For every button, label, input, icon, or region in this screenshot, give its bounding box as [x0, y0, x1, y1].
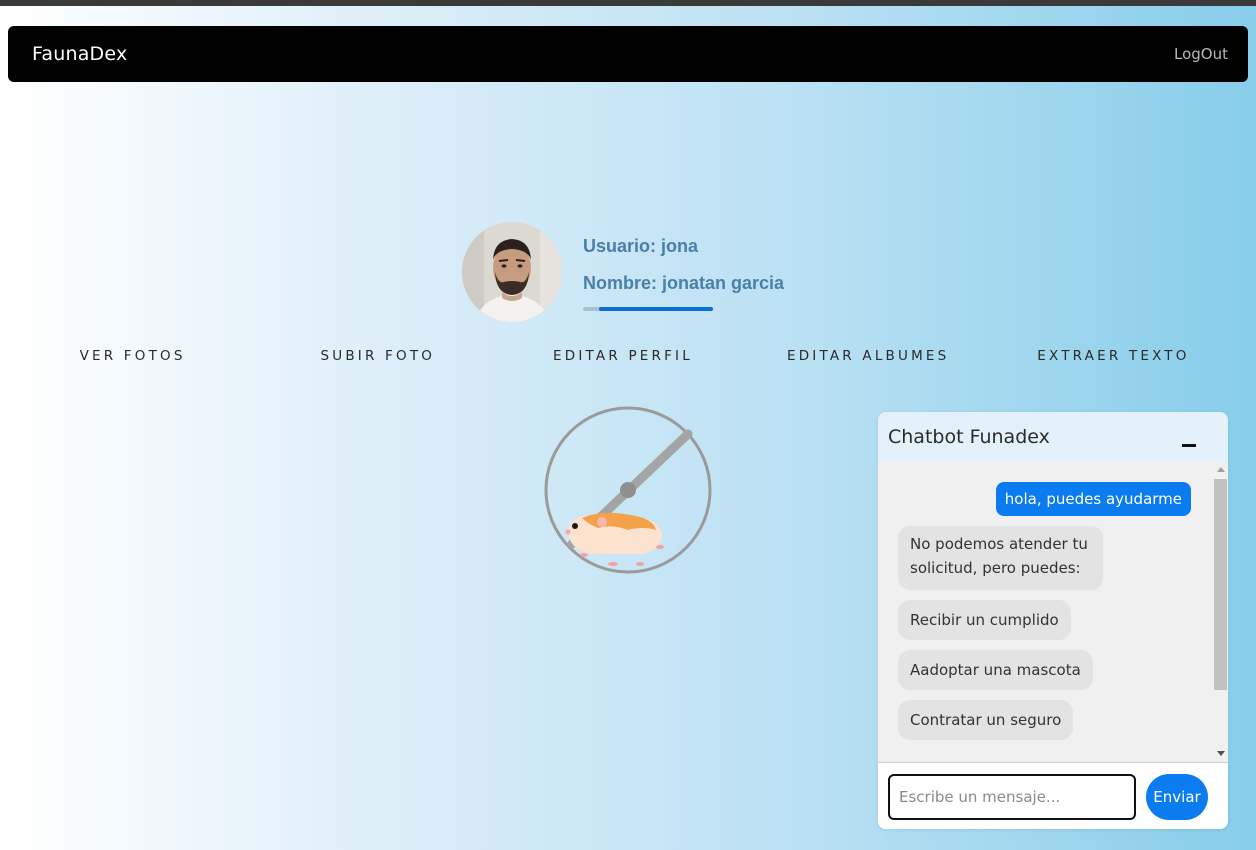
username-label: Usuario: jona	[583, 236, 699, 256]
chat-scrollbar[interactable]	[1213, 462, 1228, 762]
profile-progress-fill	[598, 307, 713, 311]
navbar: FaunaDex LogOut	[8, 26, 1248, 82]
chat-option-seguro[interactable]: Contratar un seguro	[898, 700, 1074, 740]
menu-item-subir-foto[interactable]: SUBIR FOTO	[255, 348, 500, 370]
avatar-photo	[462, 222, 562, 322]
profile-progress-bar	[583, 307, 713, 311]
send-button[interactable]: Enviar	[1146, 774, 1208, 820]
chat-option-mascota[interactable]: Aadoptar una mascota	[898, 650, 1093, 690]
scroll-down-arrow-icon[interactable]	[1217, 751, 1225, 756]
chat-message-bot-line: solicitud, pero puedes:	[910, 559, 1081, 577]
hamster-wheel-icon	[542, 404, 714, 576]
chat-message-bot-line: No podemos atender tu	[910, 535, 1088, 553]
chatbot-panel: Chatbot Funadex hola, puedes ayudarme No…	[878, 412, 1228, 829]
scroll-up-arrow-icon[interactable]	[1217, 467, 1225, 472]
brand-logo[interactable]: FaunaDex	[32, 43, 127, 65]
minimize-icon[interactable]	[1182, 433, 1196, 447]
chat-message-user: hola, puedes ayudarme	[995, 482, 1191, 516]
avatar	[462, 222, 562, 322]
window-top-strip	[0, 0, 1256, 6]
menu-item-editar-perfil[interactable]: EDITAR PERFIL	[500, 348, 745, 370]
chat-messages: hola, puedes ayudarme No podemos atender…	[878, 462, 1213, 762]
chat-title: Chatbot Funadex	[888, 426, 1050, 448]
chat-header: Chatbot Funadex	[878, 412, 1228, 462]
logout-link[interactable]: LogOut	[1174, 45, 1228, 63]
menu-item-editar-albumes[interactable]: EDITAR ALBUMES	[746, 348, 991, 370]
chat-message-input[interactable]	[888, 774, 1136, 820]
scrollbar-thumb[interactable]	[1214, 479, 1227, 690]
main-menu: VER FOTOS SUBIR FOTO EDITAR PERFIL EDITA…	[10, 348, 1236, 370]
chat-footer: Enviar	[878, 762, 1228, 829]
menu-item-extraer-texto[interactable]: EXTRAER TEXTO	[991, 348, 1236, 370]
chat-option-cumplido[interactable]: Recibir un cumplido	[898, 600, 1071, 640]
chat-message-bot: No podemos atender tu solicitud, pero pu…	[898, 526, 1103, 590]
fullname-label: Nombre: jonatan garcia	[583, 273, 785, 293]
menu-item-ver-fotos[interactable]: VER FOTOS	[10, 348, 255, 370]
profile-section: Usuario: jona Nombre: jonatan garcia	[462, 222, 822, 322]
